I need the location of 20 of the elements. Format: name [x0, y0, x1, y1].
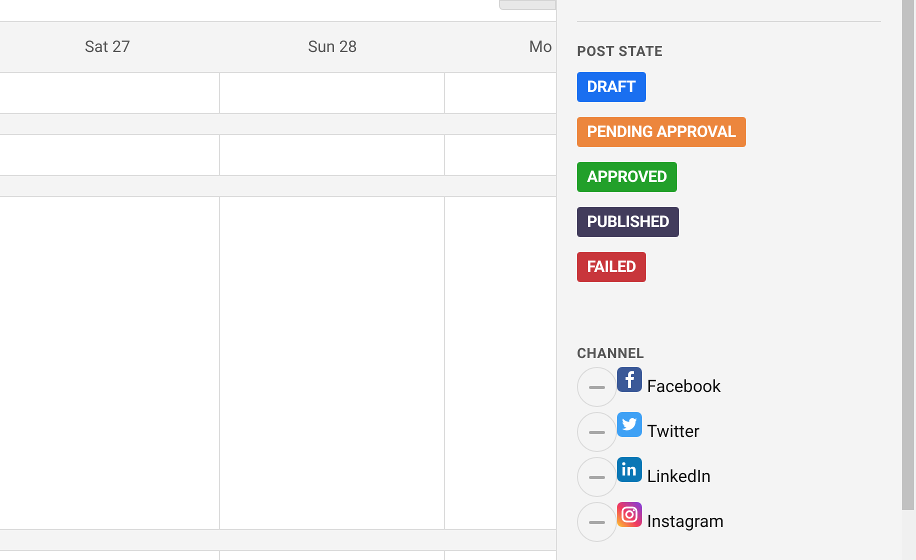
channel-label: Instagram [647, 511, 724, 533]
status-badge[interactable]: PENDING APPROVAL [577, 117, 746, 147]
channel-label: Facebook [647, 376, 721, 398]
channel-label: Twitter [647, 421, 700, 443]
channel-label: LinkedIn [647, 466, 711, 488]
status-badge[interactable]: DRAFT [577, 72, 646, 102]
camera-icon [617, 502, 642, 527]
status-badge[interactable]: FAILED [577, 252, 646, 282]
status-badge[interactable]: PUBLISHED [577, 207, 680, 237]
day-header: Mo [529, 36, 552, 58]
day-header: Sun 28 [308, 36, 358, 58]
toolbar-button[interactable] [499, 0, 556, 10]
facebook-icon [617, 367, 642, 392]
linkedin-icon [617, 457, 642, 482]
status-badge[interactable]: APPROVED [577, 162, 677, 192]
section-title: CHANNEL [577, 346, 646, 363]
section-title: POST STATE [577, 44, 664, 61]
scrollbar-thumb[interactable] [902, 0, 914, 510]
bird-icon [617, 412, 642, 437]
day-header: Sat 27 [84, 36, 130, 58]
